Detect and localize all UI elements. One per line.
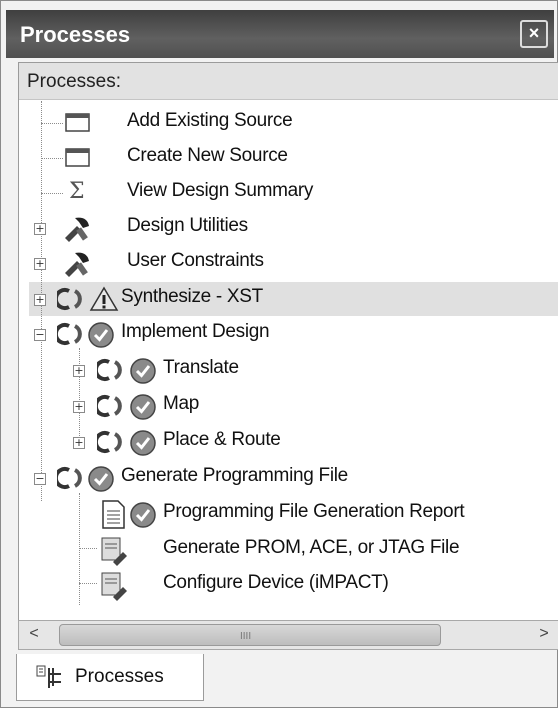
process-label: Translate: [163, 357, 239, 378]
processes-tab-icon: [36, 665, 61, 688]
process-label: Place & Route: [163, 429, 281, 450]
tools-icon: [101, 537, 127, 566]
process-item-view-design-summary[interactable]: Σ View Design Summary: [19, 176, 558, 210]
process-item-programming-file-generation-report[interactable]: Programming File Generation Report: [19, 497, 558, 531]
refresh-icon: [57, 467, 82, 489]
expand-icon[interactable]: +: [34, 258, 46, 270]
refresh-icon: [97, 395, 122, 417]
panel-header-label: Processes:: [27, 71, 121, 92]
expand-icon[interactable]: +: [73, 401, 85, 413]
process-item-map[interactable]: + Map: [19, 389, 558, 423]
collapse-icon[interactable]: −: [34, 473, 46, 485]
process-label: Design Utilities: [127, 215, 248, 236]
check-icon: [88, 322, 114, 348]
scroll-thumb[interactable]: IIII: [59, 624, 441, 646]
process-item-user-constraints[interactable]: + User Constraints: [19, 246, 558, 280]
scroll-right-button[interactable]: >: [533, 623, 555, 645]
scroll-left-button[interactable]: <: [23, 623, 45, 645]
process-label: User Constraints: [127, 250, 264, 271]
window-icon: [65, 148, 90, 167]
process-item-add-existing-source[interactable]: Add Existing Source: [19, 106, 558, 140]
process-item-design-utilities[interactable]: + Design Utilities: [19, 211, 558, 245]
refresh-icon: [97, 359, 122, 381]
expand-icon[interactable]: +: [73, 365, 85, 377]
process-label: Implement Design: [121, 321, 270, 342]
process-label: Synthesize - XST: [121, 286, 263, 307]
process-tree-panel: Processes: Add Existing Source Create Ne…: [18, 62, 558, 624]
horizontal-scrollbar[interactable]: < IIII >: [18, 620, 558, 650]
process-label: Configure Device (iMPACT): [163, 572, 389, 593]
process-item-implement-design[interactable]: − Implement Design: [19, 317, 558, 351]
panel-header: Processes:: [19, 63, 558, 100]
expand-icon[interactable]: +: [73, 437, 85, 449]
process-item-generate-programming-file[interactable]: − Generate Programming File: [19, 461, 558, 495]
check-icon: [130, 502, 156, 528]
expand-icon[interactable]: +: [34, 223, 46, 235]
tools-icon: [65, 217, 89, 242]
report-icon: [102, 500, 125, 529]
process-label: Create New Source: [127, 145, 288, 166]
check-icon: [88, 466, 114, 492]
process-label: Programming File Generation Report: [163, 501, 465, 522]
close-button[interactable]: ×: [520, 20, 548, 48]
sigma-icon: Σ: [69, 179, 85, 204]
process-item-generate-prom-ace-jtag[interactable]: Generate PROM, ACE, or JTAG File: [19, 533, 558, 567]
window-icon: [65, 113, 90, 132]
collapse-icon[interactable]: −: [34, 329, 46, 341]
title-bar: Processes ×: [6, 10, 554, 58]
tools-icon: [65, 252, 89, 277]
tab-processes[interactable]: Processes: [16, 654, 204, 701]
process-item-translate[interactable]: + Translate: [19, 353, 558, 387]
process-item-place-and-route[interactable]: + Place & Route: [19, 425, 558, 459]
process-label: Generate Programming File: [121, 465, 348, 486]
expand-icon[interactable]: +: [34, 294, 46, 306]
refresh-icon: [57, 288, 82, 310]
check-icon: [130, 430, 156, 456]
process-label: Map: [163, 393, 200, 414]
process-item-create-new-source[interactable]: Create New Source: [19, 141, 558, 175]
process-label: View Design Summary: [127, 180, 314, 201]
warning-icon: [89, 286, 119, 311]
refresh-icon: [97, 431, 122, 453]
process-item-synthesize-xst[interactable]: + Synthesize - XST: [19, 282, 558, 316]
scroll-grip: IIII: [240, 631, 252, 642]
window-title: Processes: [20, 22, 131, 47]
check-icon: [130, 358, 156, 384]
refresh-icon: [57, 323, 82, 345]
process-label: Generate PROM, ACE, or JTAG File: [163, 537, 460, 558]
tab-label: Processes: [75, 666, 164, 687]
process-item-configure-device[interactable]: Configure Device (iMPACT): [19, 568, 558, 602]
tools-icon: [101, 572, 127, 601]
process-label: Add Existing Source: [127, 110, 293, 131]
check-icon: [130, 394, 156, 420]
